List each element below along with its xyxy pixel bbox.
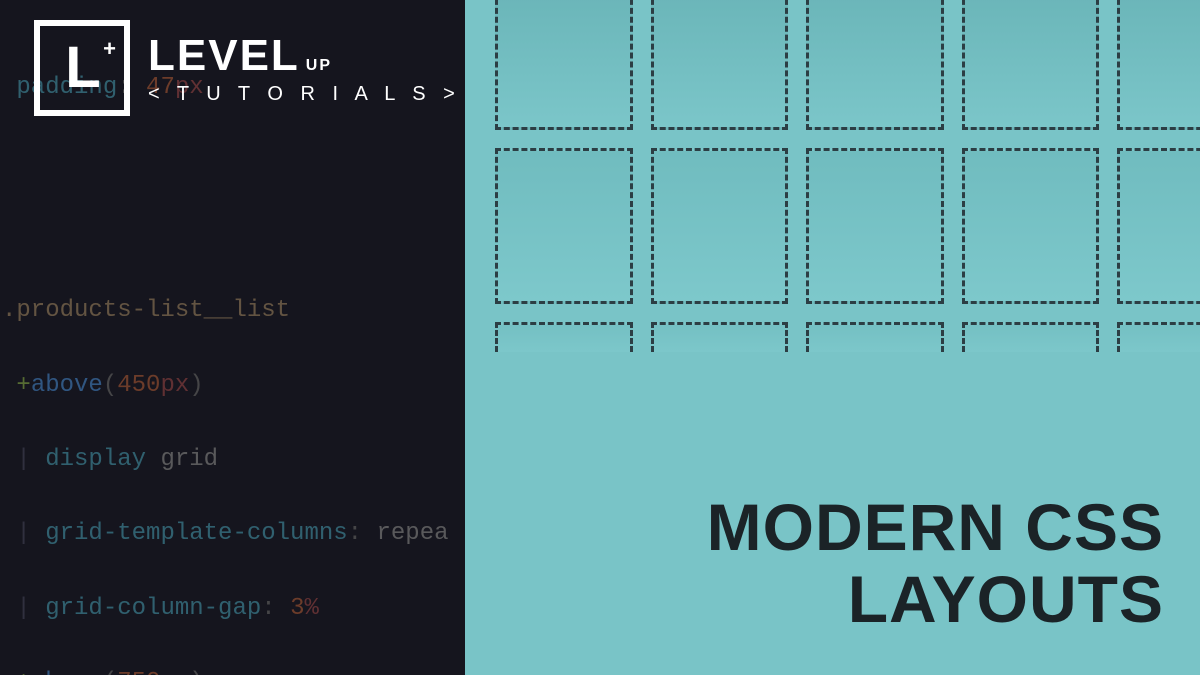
logo-word-level: LEVEL bbox=[148, 31, 300, 81]
code-token: + bbox=[16, 372, 30, 399]
code-token: % bbox=[304, 595, 318, 622]
grid-illustration bbox=[495, 0, 1200, 352]
grid-cell bbox=[651, 322, 789, 352]
grid-cell bbox=[1117, 0, 1200, 130]
grid-cell bbox=[962, 322, 1100, 352]
code-selector: .products-list__list bbox=[2, 297, 290, 324]
grid-cell bbox=[1117, 148, 1200, 304]
code-token: display bbox=[45, 446, 146, 473]
grid-cell bbox=[806, 148, 944, 304]
logo-word-up: UP bbox=[306, 57, 332, 75]
grid-row bbox=[495, 148, 1200, 304]
grid-cell bbox=[651, 0, 789, 130]
code-token: ( bbox=[103, 372, 117, 399]
title-line-1: MODERN CSS bbox=[707, 492, 1164, 563]
logo-mark: L + bbox=[34, 20, 130, 116]
logo-plus-icon: + bbox=[103, 36, 116, 62]
code-token: px bbox=[160, 669, 189, 675]
grid-cell bbox=[651, 148, 789, 304]
code-token: grid bbox=[160, 446, 218, 473]
grid-cell bbox=[495, 148, 633, 304]
grid-row bbox=[495, 322, 1200, 352]
grid-cell bbox=[495, 322, 633, 352]
code-token: 750 bbox=[117, 669, 160, 675]
grid-cell bbox=[495, 0, 633, 130]
code-token: above bbox=[31, 669, 103, 675]
logo-letter: L bbox=[65, 39, 98, 97]
code-token: repea bbox=[376, 520, 448, 547]
code-token: grid-template-columns bbox=[45, 520, 347, 547]
grid-cell bbox=[806, 0, 944, 130]
right-panel: MODERN CSS LAYOUTS bbox=[465, 0, 1200, 675]
code-token: grid-column-gap bbox=[45, 595, 261, 622]
logo-word-tutorials: < T U T O R I A L S > bbox=[148, 83, 461, 106]
grid-cell bbox=[962, 148, 1100, 304]
code-token: 3 bbox=[290, 595, 304, 622]
grid-cell bbox=[806, 322, 944, 352]
code-background: padding: 47px .products-list__list +abov… bbox=[0, 32, 465, 675]
title-line-2: LAYOUTS bbox=[707, 564, 1164, 635]
course-title: MODERN CSS LAYOUTS bbox=[707, 492, 1164, 635]
grid-cell bbox=[1117, 322, 1200, 352]
logo-wordmark: LEVEL UP < T U T O R I A L S > bbox=[148, 31, 461, 106]
left-panel: padding: 47px .products-list__list +abov… bbox=[0, 0, 465, 675]
grid-cell bbox=[962, 0, 1100, 130]
promo-card: padding: 47px .products-list__list +abov… bbox=[0, 0, 1200, 675]
code-token: ) bbox=[189, 669, 203, 675]
code-token: above bbox=[31, 372, 103, 399]
code-token: 450 bbox=[117, 372, 160, 399]
code-token: px bbox=[160, 372, 189, 399]
grid-row bbox=[495, 0, 1200, 130]
code-token: ) bbox=[189, 372, 203, 399]
code-token: + bbox=[16, 669, 30, 675]
brand-logo: L + LEVEL UP < T U T O R I A L S > bbox=[34, 20, 461, 116]
code-token: ( bbox=[103, 669, 117, 675]
